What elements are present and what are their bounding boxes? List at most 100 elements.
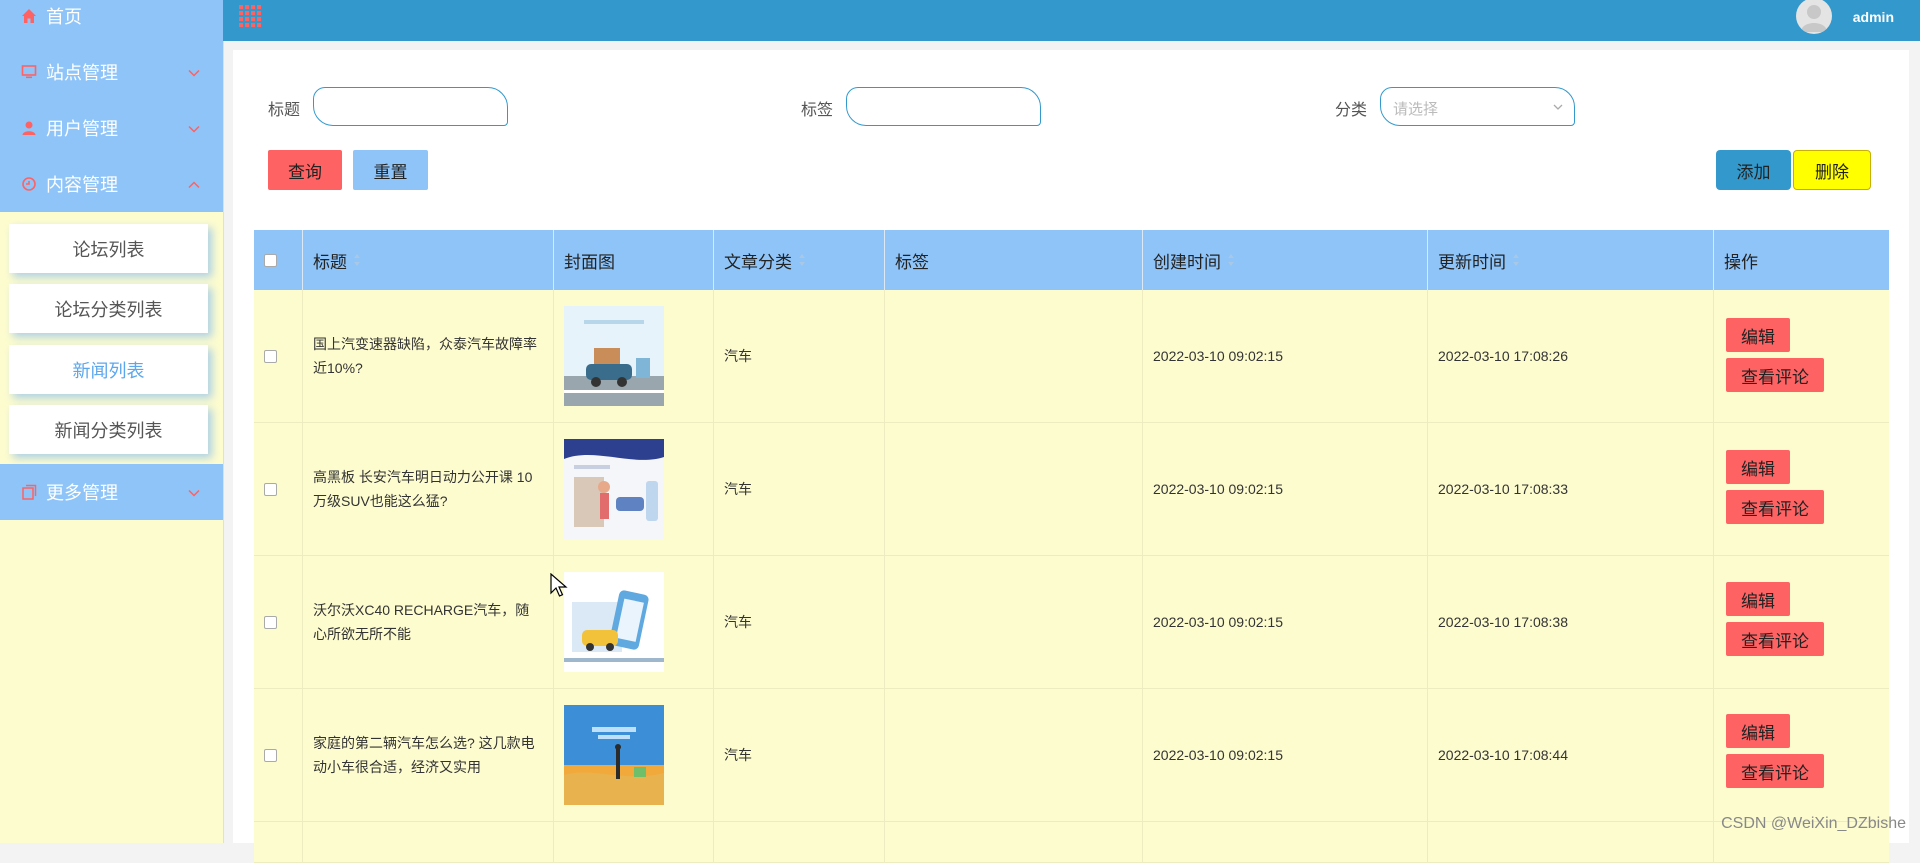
add-button[interactable]: 添加 <box>1716 150 1791 190</box>
sort-icon <box>1513 254 1519 266</box>
row-created-cell <box>1143 822 1428 862</box>
row-title: 国上汽变速器缺陷，众泰汽车故障率近10%? <box>303 290 554 422</box>
column-tag: 标签 <box>885 230 1143 290</box>
view-comments-button[interactable]: 查看评论 <box>1726 358 1824 392</box>
home-icon <box>20 7 38 25</box>
row-updated: 2022-03-10 17:08:44 <box>1428 689 1714 821</box>
row-tag-cell <box>885 822 1143 862</box>
row-tag <box>885 556 1143 688</box>
menu-user-management[interactable]: 用户管理 <box>0 100 223 156</box>
menu-more-management[interactable]: 更多管理 <box>0 464 223 520</box>
row-checkbox-cell <box>254 689 303 821</box>
watermark: CSDN @WeiXin_DZbishe <box>1721 815 1906 832</box>
table-row: 高黑板 长安汽车明日动力公开课 10万级SUV也能这么猛? 汽车 2022-03… <box>254 423 1889 556</box>
chevron-down-icon <box>1552 100 1564 112</box>
row-checkbox-cell <box>254 423 303 555</box>
chevron-down-icon <box>187 484 201 498</box>
row-cover-cell <box>554 290 714 422</box>
sort-icon <box>1228 254 1234 266</box>
view-comments-button[interactable]: 查看评论 <box>1726 490 1824 524</box>
column-actions-label: 操作 <box>1724 252 1758 272</box>
select-all-checkbox[interactable] <box>264 253 277 267</box>
edit-button[interactable]: 编辑 <box>1726 450 1790 484</box>
tag-filter-label: 标签 <box>801 102 834 119</box>
table-row: 国上汽变速器缺陷，众泰汽车故障率近10%? 汽车 2022-03-10 09:0… <box>254 290 1889 423</box>
row-updated: 2022-03-10 17:08:33 <box>1428 423 1714 555</box>
column-title-label: 标题 <box>313 252 347 272</box>
column-actions: 操作 <box>1714 230 1889 290</box>
column-updated[interactable]: 更新时间 <box>1428 230 1714 290</box>
row-title-cell <box>303 822 554 862</box>
row-category: 汽车 <box>714 423 885 555</box>
row-updated: 2022-03-10 17:08:38 <box>1428 556 1714 688</box>
row-cover-cell <box>554 689 714 821</box>
row-checkbox[interactable] <box>264 349 277 363</box>
title-filter-input[interactable] <box>313 87 508 126</box>
table-header: 标题 封面图 文章分类 标签 创建时间 更新时间 操作 <box>254 230 1889 290</box>
row-created: 2022-03-10 09:02:15 <box>1143 290 1428 422</box>
edit-button[interactable]: 编辑 <box>1726 582 1790 616</box>
menu-content-management[interactable]: 内容管理 <box>0 156 223 212</box>
row-checkbox-cell <box>254 290 303 422</box>
menu-more-label: 更多管理 <box>46 483 118 503</box>
avatar[interactable] <box>1796 0 1832 34</box>
delete-button[interactable]: 删除 <box>1793 150 1871 190</box>
category-placeholder: 请选择 <box>1393 101 1439 118</box>
row-created: 2022-03-10 09:02:15 <box>1143 423 1428 555</box>
view-comments-button[interactable]: 查看评论 <box>1726 622 1824 656</box>
row-tag <box>885 423 1143 555</box>
menu-home-label: 首页 <box>46 7 82 27</box>
row-actions: 编辑 查看评论 <box>1714 290 1889 422</box>
mouse-cursor-icon <box>550 573 568 597</box>
column-category-label: 文章分类 <box>724 252 792 272</box>
reset-button[interactable]: 重置 <box>353 150 428 190</box>
menu-content-label: 内容管理 <box>46 175 118 195</box>
table-row: 沃尔沃XC40 RECHARGE汽车，随心所欲无所不能 汽车 2022-03-1… <box>254 556 1889 689</box>
user-icon <box>20 119 38 137</box>
chevron-down-icon <box>187 120 201 134</box>
row-title: 沃尔沃XC40 RECHARGE汽车，随心所欲无所不能 <box>303 556 554 688</box>
sort-icon <box>799 254 805 266</box>
menu-user-label: 用户管理 <box>46 119 118 139</box>
column-title[interactable]: 标题 <box>303 230 554 290</box>
query-button[interactable]: 查询 <box>268 150 342 190</box>
more-icon <box>20 483 38 501</box>
edit-button[interactable]: 编辑 <box>1726 318 1790 352</box>
submenu-news-list[interactable]: 新闻列表 <box>9 345 208 394</box>
row-tag <box>885 689 1143 821</box>
row-checkbox-cell <box>254 822 303 862</box>
column-category[interactable]: 文章分类 <box>714 230 885 290</box>
top-bar: admin <box>223 0 1920 41</box>
tag-filter-input[interactable] <box>846 87 1041 126</box>
submenu-forum-list[interactable]: 论坛列表 <box>9 224 208 273</box>
column-created[interactable]: 创建时间 <box>1143 230 1428 290</box>
row-category: 汽车 <box>714 556 885 688</box>
column-cover-label: 封面图 <box>564 252 615 272</box>
grid-menu-icon[interactable] <box>238 4 262 28</box>
username[interactable]: admin <box>1853 9 1894 25</box>
edit-button[interactable]: 编辑 <box>1726 714 1790 748</box>
content-submenu: 论坛列表 论坛分类列表 新闻列表 新闻分类列表 <box>0 214 223 464</box>
row-checkbox[interactable] <box>264 748 277 762</box>
row-checkbox[interactable] <box>264 615 277 629</box>
row-checkbox-cell <box>254 556 303 688</box>
cover-image <box>564 306 664 406</box>
category-select[interactable]: 请选择 <box>1380 87 1575 126</box>
row-actions: 编辑 查看评论 <box>1714 423 1889 555</box>
menu-site-management[interactable]: 站点管理 <box>0 44 223 100</box>
chevron-down-icon <box>187 64 201 78</box>
view-comments-button[interactable]: 查看评论 <box>1726 754 1824 788</box>
row-category: 汽车 <box>714 689 885 821</box>
row-created: 2022-03-10 09:02:15 <box>1143 689 1428 821</box>
select-all-cell <box>254 230 303 290</box>
title-filter-label: 标题 <box>268 102 301 119</box>
sidebar: 首页 站点管理 用户管理 内容管理 论坛列表 论坛分类列表 新闻列表 新闻分类列… <box>0 0 224 843</box>
row-category: 汽车 <box>714 290 885 422</box>
row-updated-cell <box>1428 822 1714 862</box>
menu-home[interactable]: 首页 <box>0 0 223 44</box>
table-row: 家庭的第二辆汽车怎么选? 这几款电动小车很合适，经济又实用 汽车 2022-03… <box>254 689 1889 822</box>
submenu-forum-category-list[interactable]: 论坛分类列表 <box>9 284 208 333</box>
row-checkbox[interactable] <box>264 482 277 496</box>
submenu-news-category-list[interactable]: 新闻分类列表 <box>9 405 208 454</box>
column-updated-label: 更新时间 <box>1438 252 1506 272</box>
